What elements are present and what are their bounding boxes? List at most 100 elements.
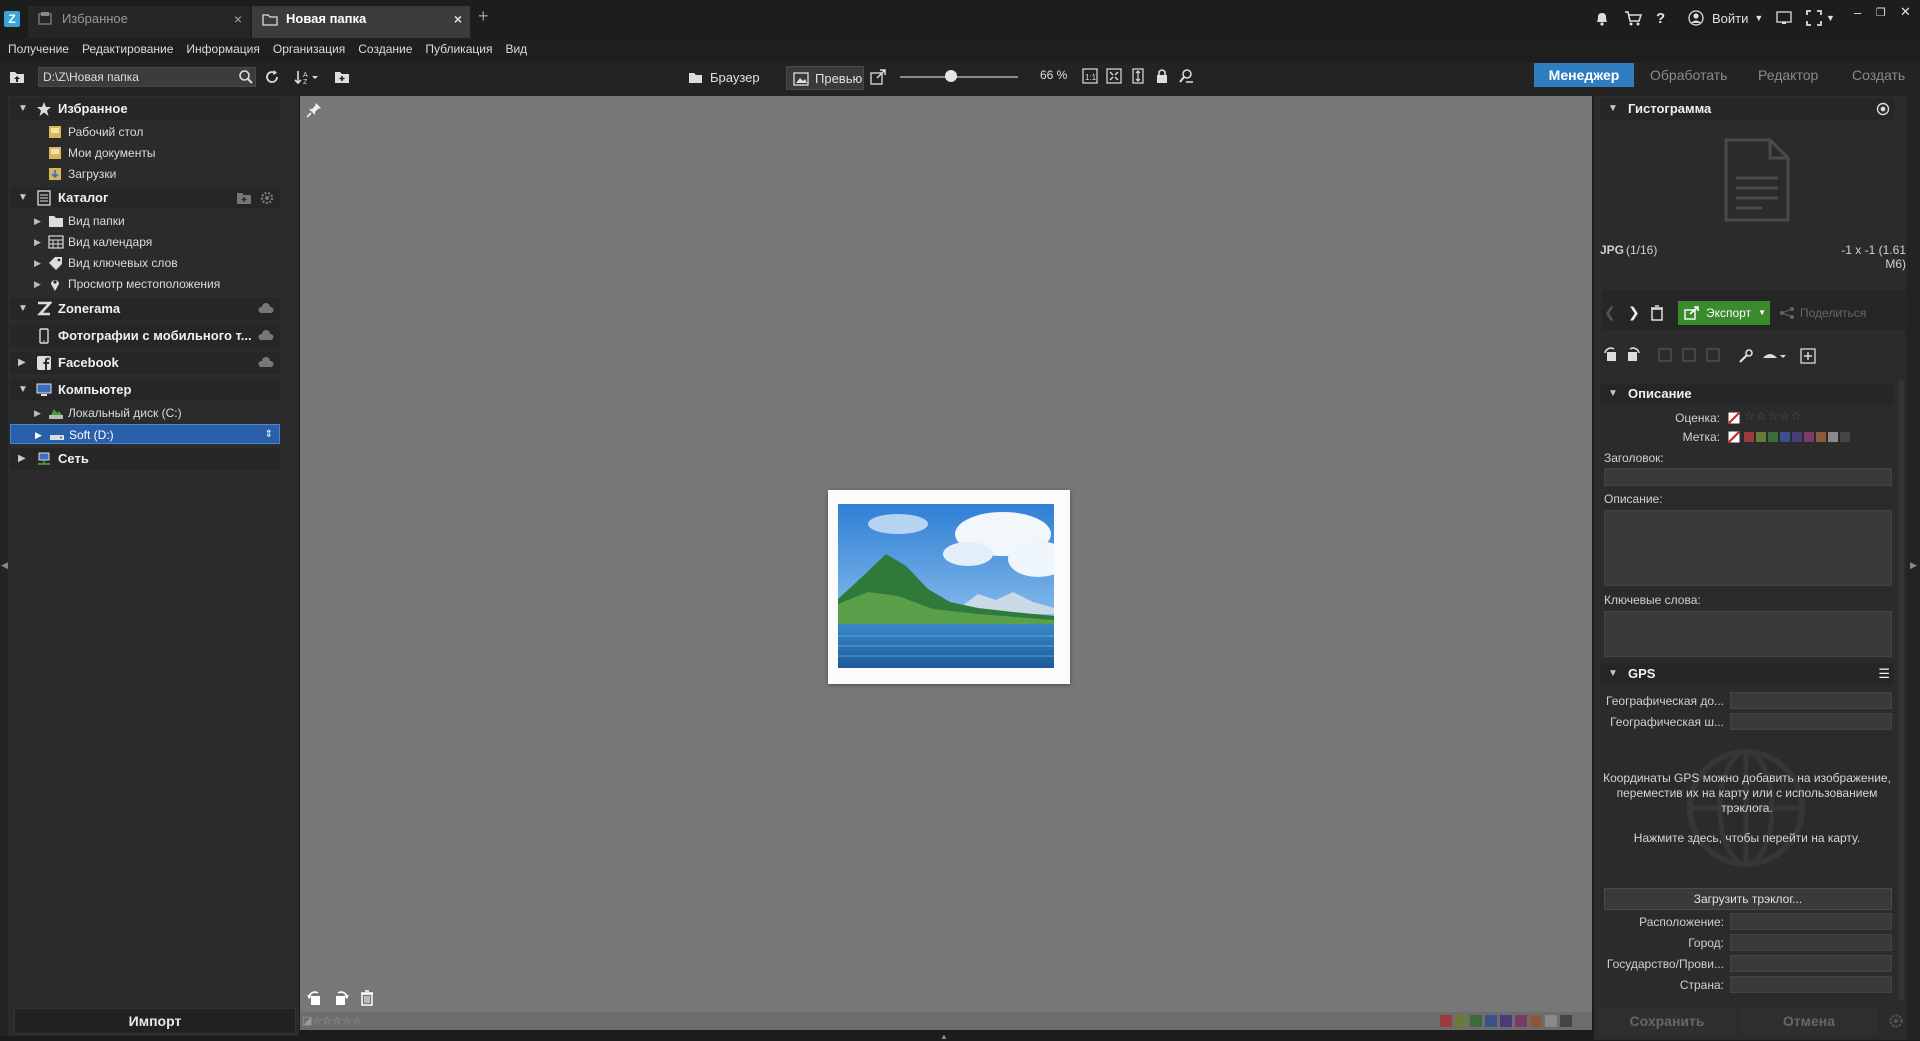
previous-icon[interactable]: ❮: [1604, 304, 1616, 321]
expand-arrow-icon[interactable]: ▼: [18, 187, 28, 209]
mode-tab-manager[interactable]: Менеджер: [1534, 63, 1634, 87]
tree-item-documents[interactable]: Мои документы: [10, 143, 280, 163]
gps-latitude-field[interactable]: [1730, 713, 1892, 730]
maximize-button[interactable]: ❐: [1876, 2, 1886, 22]
description-field[interactable]: [1604, 510, 1892, 586]
tree-item-location-view[interactable]: ▶ Просмотр местоположения: [10, 274, 280, 294]
gps-map-link[interactable]: Нажмите здесь, чтобы перейти на карту.: [1602, 831, 1892, 846]
fit-to-window-icon[interactable]: [1106, 68, 1122, 84]
tree-item-downloads[interactable]: Загрузки: [10, 164, 280, 184]
expand-arrow-icon[interactable]: ▼: [1608, 98, 1618, 120]
color-swatch[interactable]: [1780, 432, 1790, 442]
section-favorites[interactable]: ▼ Избранное: [10, 98, 280, 120]
mode-tab-create[interactable]: Создать: [1852, 63, 1905, 87]
add-tab-button[interactable]: +: [478, 6, 489, 27]
expand-arrow-icon[interactable]: ▶: [34, 232, 41, 252]
copy-icon[interactable]: [1682, 348, 1696, 362]
section-histogram[interactable]: ▼ Гистограмма: [1600, 98, 1894, 120]
bell-icon[interactable]: [1594, 8, 1610, 28]
close-icon[interactable]: ×: [454, 6, 462, 32]
tree-item-drive-d[interactable]: ▶ Soft (D:) ⇕: [10, 424, 280, 444]
expand-arrow-icon[interactable]: ▶: [34, 274, 41, 294]
thumbnail-card[interactable]: [828, 490, 1070, 684]
load-tracklog-button[interactable]: Загрузить трэклог...: [1604, 888, 1892, 910]
menu-item-get[interactable]: Получение: [8, 38, 69, 62]
add-frame-icon[interactable]: [1800, 348, 1816, 364]
properties-scrollbar[interactable]: [1898, 380, 1904, 1000]
color-swatch[interactable]: [1756, 432, 1766, 442]
expand-arrow-icon[interactable]: ▶: [35, 425, 42, 445]
section-description[interactable]: ▼ Описание: [1600, 383, 1894, 405]
tree-item-folder-view[interactable]: ▶ Вид папки: [10, 211, 280, 231]
tree-item-keyword-view[interactable]: ▶ Вид ключевых слов: [10, 253, 280, 273]
browser-button[interactable]: Браузер ▼: [682, 66, 782, 108]
fit-height-icon[interactable]: [1130, 68, 1146, 84]
tree-item-drive-c[interactable]: ▶ Локальный диск (C:): [10, 403, 280, 423]
color-swatch[interactable]: [1744, 432, 1754, 442]
menu-item-publish[interactable]: Публикация: [425, 38, 492, 62]
next-icon[interactable]: ❯: [1628, 304, 1640, 321]
export-button[interactable]: Экспорт ▼: [1678, 301, 1770, 325]
minimize-button[interactable]: –: [1854, 2, 1861, 22]
external-window-icon[interactable]: [870, 69, 886, 85]
color-swatch[interactable]: [1515, 1015, 1527, 1027]
landscape-thumbnail[interactable]: [838, 504, 1054, 668]
color-swatch[interactable]: [1455, 1015, 1467, 1027]
tab-favorites[interactable]: Избранное ×: [28, 6, 250, 38]
expand-arrow-icon[interactable]: ▶: [34, 211, 41, 231]
cart-icon[interactable]: [1624, 8, 1642, 28]
rotate-left-icon[interactable]: [306, 990, 324, 1006]
tree-item-calendar-view[interactable]: ▶ Вид календаря: [10, 232, 280, 252]
chevron-down-icon[interactable]: ▼: [1758, 301, 1766, 325]
import-button[interactable]: Импорт: [14, 1008, 296, 1034]
expand-arrow-icon[interactable]: ▼: [18, 298, 28, 320]
refresh-icon[interactable]: [264, 69, 280, 85]
menu-item-organize[interactable]: Организация: [273, 38, 345, 62]
screen-icon[interactable]: [1776, 8, 1792, 28]
save-button[interactable]: Сохранить: [1598, 1008, 1736, 1034]
location-field[interactable]: [1730, 913, 1892, 930]
color-swatch[interactable]: [1840, 432, 1850, 442]
keywords-field[interactable]: [1604, 611, 1892, 657]
path-input[interactable]: [38, 67, 256, 87]
collapse-left-icon[interactable]: ◀: [1, 560, 8, 571]
rotate-right-icon[interactable]: [332, 990, 350, 1006]
preview-button[interactable]: Превью: [786, 66, 864, 90]
section-mobile-photos[interactable]: Фотографии с мобильного т...: [10, 325, 280, 347]
cancel-button[interactable]: Отмена: [1740, 1008, 1878, 1034]
expand-arrow-icon[interactable]: ▼: [18, 98, 28, 120]
expand-arrow-icon[interactable]: ▼: [18, 379, 28, 401]
mode-tab-develop[interactable]: Обработать: [1650, 63, 1727, 87]
section-computer[interactable]: ▼ Компьютер: [10, 379, 280, 401]
settings-icon[interactable]: [1876, 102, 1890, 116]
expand-arrow-icon[interactable]: ▼: [1608, 663, 1618, 685]
menu-item-view[interactable]: Вид: [505, 38, 527, 62]
fullscreen-icon[interactable]: ▼: [1806, 8, 1835, 28]
gps-longitude-field[interactable]: [1730, 692, 1892, 709]
expand-arrow-icon[interactable]: ▶: [18, 448, 26, 470]
effects-icon[interactable]: [1762, 348, 1786, 364]
city-field[interactable]: [1730, 934, 1892, 951]
color-swatch[interactable]: [1470, 1015, 1482, 1027]
color-swatch[interactable]: [1500, 1015, 1512, 1027]
state-field[interactable]: [1730, 955, 1892, 972]
rotate-right-icon[interactable]: [1624, 346, 1642, 362]
actual-size-icon[interactable]: 1:1: [1082, 68, 1098, 84]
color-swatch[interactable]: [1440, 1015, 1452, 1027]
menu-icon[interactable]: ☰: [1878, 663, 1890, 685]
folder-up-icon[interactable]: [9, 69, 25, 85]
rating-clear-icon[interactable]: [1728, 412, 1740, 424]
section-catalog[interactable]: ▼ Каталог: [10, 187, 280, 209]
gear-icon[interactable]: [260, 191, 274, 205]
color-swatch[interactable]: [1530, 1015, 1542, 1027]
expand-arrow-icon[interactable]: ▶: [34, 403, 41, 423]
rotate-left-icon[interactable]: [1602, 346, 1620, 362]
color-swatch[interactable]: [1485, 1015, 1497, 1027]
share-button[interactable]: Поделиться: [1774, 301, 1874, 325]
mode-tab-editor[interactable]: Редактор: [1758, 63, 1818, 87]
lock-icon[interactable]: [1154, 68, 1170, 84]
copy-icon[interactable]: [1706, 348, 1720, 362]
zoom-slider-track[interactable]: [900, 76, 1018, 78]
menu-item-create[interactable]: Создание: [358, 38, 412, 62]
color-swatch[interactable]: [1816, 432, 1826, 442]
